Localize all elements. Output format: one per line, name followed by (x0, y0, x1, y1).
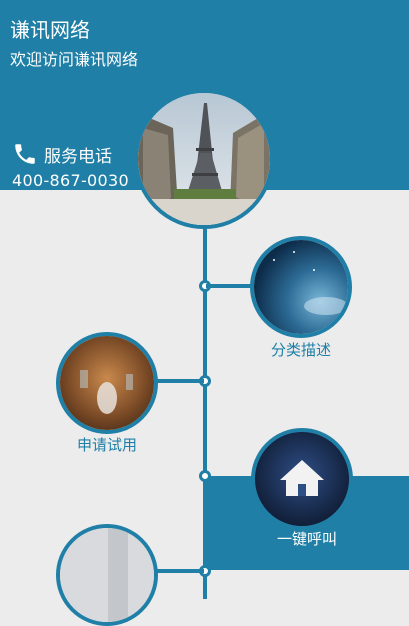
phone-icon (15, 144, 35, 164)
home-icon (255, 432, 349, 526)
eiffel-tower-image (138, 93, 270, 225)
one-click-call-circle[interactable] (251, 428, 353, 530)
site-title: 谦讯网络 (10, 18, 90, 42)
one-click-call-label[interactable]: 一键呼叫 (205, 528, 409, 549)
blurred-image (60, 528, 154, 622)
site-welcome-text: 欢迎访问谦讯网络 (10, 50, 139, 69)
category-description-circle[interactable] (250, 236, 352, 338)
timeline-dot (199, 470, 211, 482)
restaurant-image (60, 336, 154, 430)
service-phone-link[interactable]: 服务电话 (12, 141, 112, 167)
timeline-connector (154, 379, 204, 383)
phone-number[interactable]: 400-867-0030 (12, 171, 129, 190)
apply-trial-circle[interactable] (56, 332, 158, 434)
timeline-connector (154, 569, 204, 573)
hero-image-circle[interactable] (134, 89, 274, 229)
next-item-circle[interactable] (56, 524, 158, 626)
category-description-label[interactable]: 分类描述 (251, 339, 351, 360)
timeline-connector (206, 284, 256, 288)
apply-trial-label[interactable]: 申请试用 (57, 434, 157, 455)
phone-label: 服务电话 (44, 146, 112, 167)
sky-nebula-image (254, 240, 348, 334)
